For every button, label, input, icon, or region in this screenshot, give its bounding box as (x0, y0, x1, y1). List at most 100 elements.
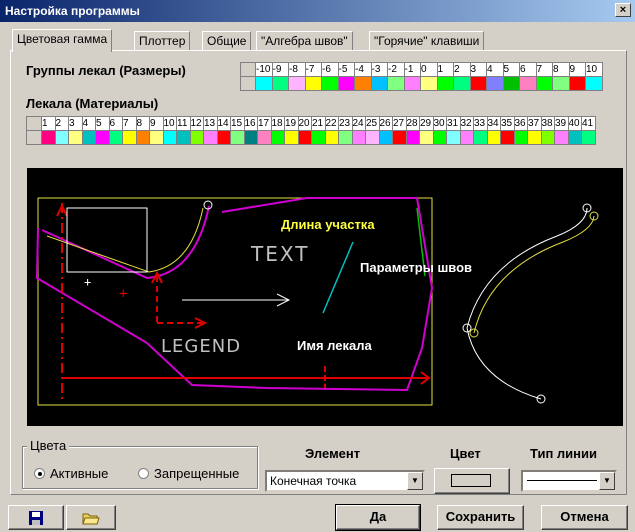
chevron-down-icon[interactable]: ▼ (407, 472, 423, 490)
tab-general[interactable]: Общие (202, 31, 252, 51)
size-groups-label: Группы лекал (Размеры) (26, 63, 186, 78)
grid-corner (240, 62, 256, 77)
size-color-cell[interactable] (519, 76, 537, 91)
mat-color-cell[interactable] (95, 130, 110, 145)
mat-color-cell[interactable] (446, 130, 461, 145)
mat-color-cell[interactable] (500, 130, 515, 145)
size-color-cell[interactable] (403, 76, 421, 91)
size-color-cell[interactable] (370, 76, 388, 91)
size-color-cell[interactable] (585, 76, 603, 91)
size-color-cell[interactable] (255, 76, 273, 91)
size-header-cell: -3 (370, 62, 388, 77)
size-color-cell[interactable] (552, 76, 570, 91)
size-color-cell[interactable] (469, 76, 487, 91)
grid-corner (26, 116, 42, 131)
size-header-cell: 1 (436, 62, 454, 77)
size-color-cell[interactable] (271, 76, 289, 91)
mat-color-cell[interactable] (378, 130, 393, 145)
grid-row-header (240, 76, 256, 91)
mat-color-cell[interactable] (324, 130, 339, 145)
chevron-down-icon[interactable]: ▼ (599, 472, 615, 490)
size-color-cell[interactable] (535, 76, 553, 91)
mat-color-cell[interactable] (176, 130, 191, 145)
mat-header-cell: 40 (567, 116, 582, 131)
tab-plotter[interactable]: Плоттер (134, 31, 191, 51)
size-header-cell: -7 (304, 62, 322, 77)
mat-color-cell[interactable] (122, 130, 137, 145)
element-select[interactable]: Конечная точка ▼ (265, 470, 425, 492)
mat-color-cell[interactable] (243, 130, 258, 145)
preview-canvas[interactable]: + + TEXT LEGEND Длина участка Параметры … (27, 168, 623, 426)
size-color-cell[interactable] (337, 76, 355, 91)
mat-color-cell[interactable] (459, 130, 474, 145)
mat-color-cell[interactable] (486, 130, 501, 145)
size-color-cell[interactable] (288, 76, 306, 91)
mat-color-cell[interactable] (135, 130, 150, 145)
cancel-button[interactable]: Отмена (541, 505, 628, 530)
size-groups-grid[interactable]: -10 -9 -8 -7 -6 -5 -4 -3 -2 -1 0 1 2 3 4 5 6 7 8 9 10 (240, 62, 603, 91)
mat-color-cell[interactable] (405, 130, 420, 145)
mat-color-cell[interactable] (513, 130, 528, 145)
mat-color-cell[interactable] (567, 130, 582, 145)
mat-header-cell: 38 (540, 116, 555, 131)
size-color-cell[interactable] (321, 76, 339, 91)
mat-color-cell[interactable] (297, 130, 312, 145)
mat-color-cell[interactable] (311, 130, 326, 145)
mat-color-cell[interactable] (338, 130, 353, 145)
mat-color-cell[interactable] (81, 130, 96, 145)
size-color-cell[interactable] (453, 76, 471, 91)
radio-active-indicator[interactable] (34, 468, 45, 479)
mat-color-cell[interactable] (540, 130, 555, 145)
size-color-cell[interactable] (436, 76, 454, 91)
close-button[interactable]: × (615, 3, 631, 17)
side-curve-yellow (473, 215, 595, 334)
mat-color-cell[interactable] (581, 130, 596, 145)
size-color-cell[interactable] (304, 76, 322, 91)
mat-color-cell[interactable] (554, 130, 569, 145)
mat-color-cell[interactable] (527, 130, 542, 145)
mat-color-cell[interactable] (189, 130, 204, 145)
mat-header-cell: 35 (500, 116, 515, 131)
mat-color-cell[interactable] (365, 130, 380, 145)
tab-color-scheme[interactable]: Цветовая гамма (12, 29, 113, 52)
mat-color-cell[interactable] (68, 130, 83, 145)
mat-color-cell[interactable] (419, 130, 434, 145)
size-color-cell[interactable] (354, 76, 372, 91)
materials-grid[interactable]: 1 2 3 4 5 6 7 8 9 10 11 12 13 14 15 16 17 18 19 20 21 22 23 24 2… (26, 116, 596, 145)
mat-color-cell[interactable] (108, 130, 123, 145)
mat-color-cell[interactable] (432, 130, 447, 145)
size-color-cell[interactable] (502, 76, 520, 91)
size-color-cell[interactable] (486, 76, 504, 91)
mat-header-cell: 21 (311, 116, 326, 131)
mat-color-cell[interactable] (216, 130, 231, 145)
mat-color-cell[interactable] (392, 130, 407, 145)
mat-color-cell[interactable] (54, 130, 69, 145)
mat-color-cell[interactable] (473, 130, 488, 145)
mat-color-cell[interactable] (149, 130, 164, 145)
mat-color-cell[interactable] (203, 130, 218, 145)
grid-row-header (26, 130, 42, 145)
open-settings-button[interactable] (66, 505, 116, 530)
size-color-cell[interactable] (387, 76, 405, 91)
ok-button[interactable]: Да (335, 504, 421, 531)
mat-color-cell[interactable] (162, 130, 177, 145)
radio-forbidden-indicator[interactable] (138, 468, 149, 479)
mat-color-cell[interactable] (284, 130, 299, 145)
mat-color-cell[interactable] (257, 130, 272, 145)
size-header-cell: -5 (337, 62, 355, 77)
color-picker-button[interactable] (434, 468, 510, 494)
save-button[interactable]: Сохранить (437, 505, 524, 530)
size-header-cell: -6 (321, 62, 339, 77)
mat-color-cell[interactable] (351, 130, 366, 145)
mat-color-cell[interactable] (270, 130, 285, 145)
line-type-select[interactable]: ▼ (521, 470, 617, 492)
size-color-cell[interactable] (568, 76, 586, 91)
mat-color-cell[interactable] (41, 130, 56, 145)
save-settings-button[interactable] (8, 505, 64, 530)
radio-active[interactable]: Активные (34, 466, 108, 481)
tab-hotkeys[interactable]: "Горячие" клавиши (369, 31, 485, 51)
tab-seam-algebra[interactable]: "Алгебра швов" (256, 31, 353, 51)
mat-color-cell[interactable] (230, 130, 245, 145)
size-color-cell[interactable] (420, 76, 438, 91)
radio-forbidden[interactable]: Запрещенные (138, 466, 239, 481)
